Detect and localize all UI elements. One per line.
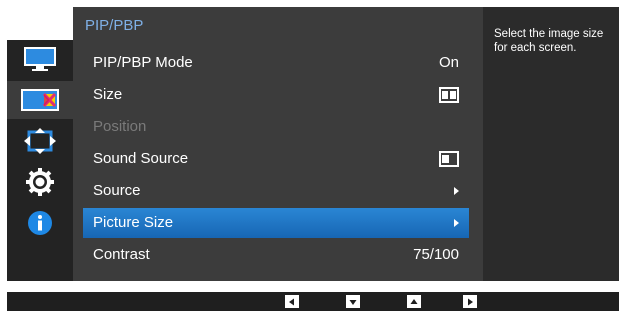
left-arrow-button[interactable]: [285, 295, 299, 308]
menu-item-size[interactable]: Size: [83, 80, 469, 110]
pip-pbp-menu-panel: PIP/PBP PIP/PBP Mode On Size Position So…: [73, 7, 483, 281]
help-text: Select the image size for each screen.: [494, 28, 604, 54]
sidebar-item-color[interactable]: [7, 81, 73, 119]
menu-item-picture-size[interactable]: Picture Size: [83, 208, 469, 238]
menu-item-pip-pbp-mode[interactable]: PIP/PBP Mode On: [83, 48, 469, 78]
picture-icon: [24, 47, 56, 71]
menu-item-source[interactable]: Source: [83, 176, 469, 206]
right-arrow-icon: [463, 296, 477, 308]
left-arrow-icon: [285, 296, 299, 308]
menu-item-label: Contrast: [93, 246, 150, 263]
settings-gear-icon: [26, 168, 54, 196]
sidebar-item-size-position[interactable]: [7, 122, 73, 160]
menu-item-label: Picture Size: [93, 214, 174, 231]
help-panel: Select the image size for each screen.: [483, 7, 619, 281]
size-position-icon: [24, 128, 56, 154]
down-arrow-icon: [346, 296, 360, 308]
menu-item-sound-source[interactable]: Sound Source: [83, 144, 469, 174]
menu-item-label: PIP/PBP Mode: [93, 54, 193, 71]
sidebar-item-information[interactable]: [7, 204, 73, 242]
sidebar-item-picture[interactable]: [7, 40, 73, 78]
pip-left-window-icon: [439, 151, 459, 167]
menu-title: PIP/PBP: [85, 17, 144, 34]
sidebar-item-settings[interactable]: [7, 163, 73, 201]
up-arrow-button[interactable]: [407, 295, 421, 308]
menu-item-position: Position: [83, 112, 469, 142]
pbp-split-icon: [439, 87, 459, 103]
menu-item-contrast[interactable]: Contrast 75/100: [83, 240, 469, 270]
right-arrow-button[interactable]: [463, 295, 477, 308]
category-sidebar: [7, 40, 73, 281]
menu-item-label: Sound Source: [93, 150, 189, 167]
menu-item-value: On: [438, 54, 459, 71]
down-arrow-button[interactable]: [346, 295, 360, 308]
color-icon: [21, 89, 59, 111]
button-guide-bar: [7, 292, 619, 311]
submenu-arrow-icon: [454, 187, 459, 195]
menu-item-label: Position: [93, 118, 147, 135]
up-arrow-icon: [407, 296, 421, 308]
menu-item-label: Size: [93, 86, 123, 103]
menu-item-label: Source: [93, 182, 141, 199]
submenu-arrow-icon: [454, 219, 459, 227]
information-icon: [28, 211, 52, 235]
menu-item-value: 75/100: [413, 246, 459, 263]
